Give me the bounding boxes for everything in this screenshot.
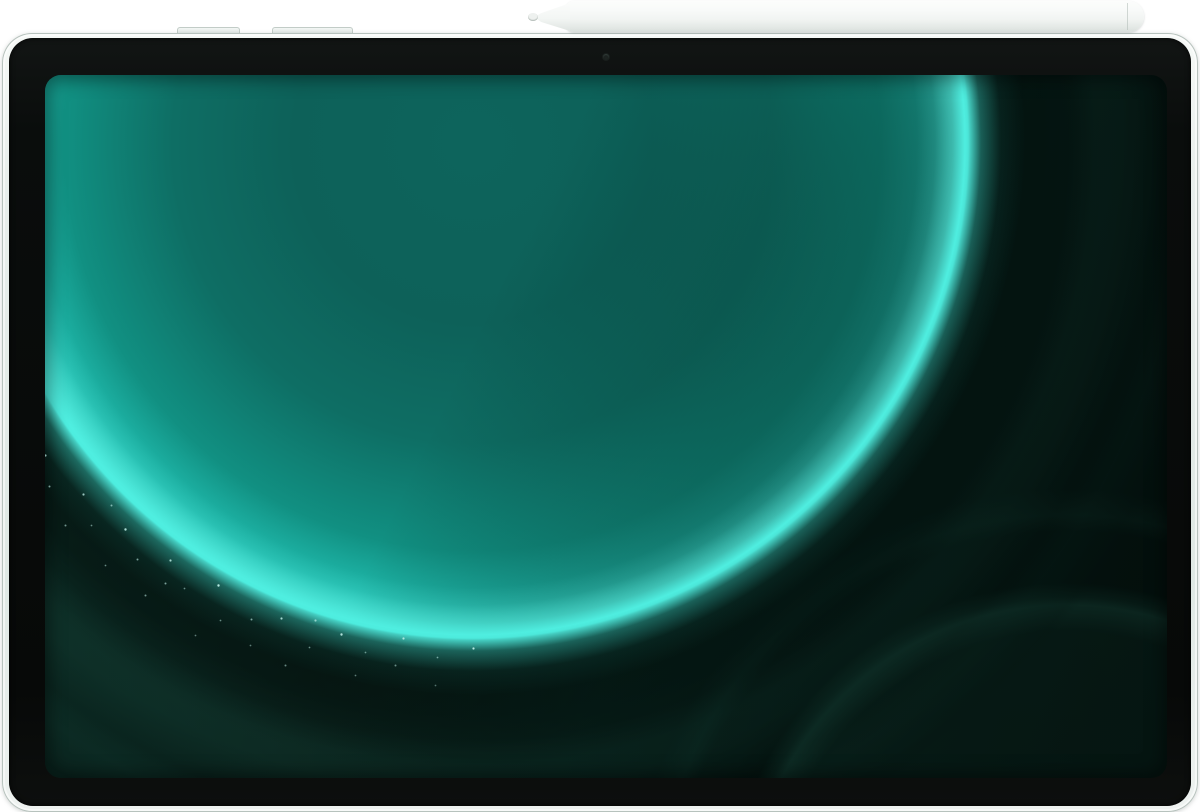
sparkle-dust <box>45 75 46 76</box>
s-pen-tip <box>534 3 570 31</box>
product-photo-scene <box>0 0 1200 812</box>
display-bezel <box>9 38 1191 806</box>
tablet-frame <box>2 33 1198 812</box>
s-pen-seam <box>1127 3 1128 30</box>
s-pen-nib <box>528 13 538 21</box>
screen-wallpaper <box>45 75 1167 778</box>
s-pen-body <box>566 1 1144 32</box>
front-camera <box>603 54 609 60</box>
